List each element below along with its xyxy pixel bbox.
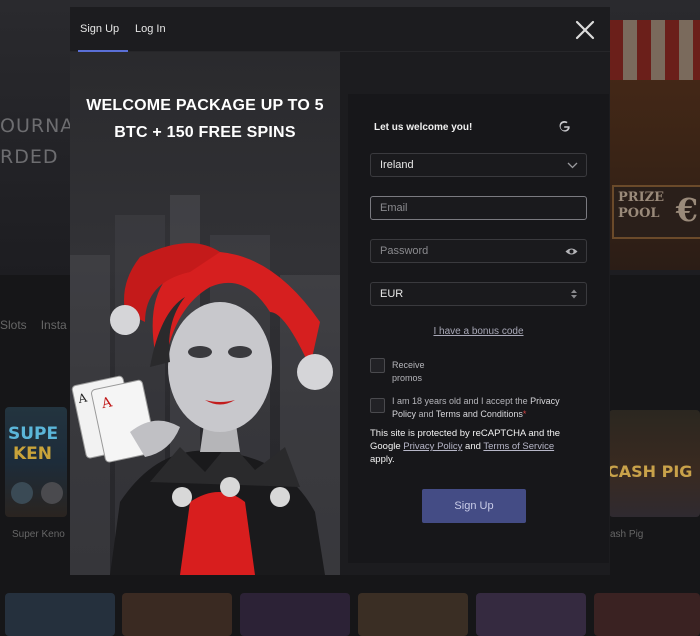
email-placeholder: Email [380, 202, 408, 214]
prize-line2: POOL [618, 206, 660, 221]
promo-title: WELCOME PACKAGE UP TO 5 BTC + 150 FREE S… [86, 97, 324, 141]
circus-tent-graphic [609, 20, 700, 80]
super-keno-title-top: SUPE [8, 424, 59, 444]
recaptcha-end: apply. [370, 454, 395, 465]
terms-conditions-link[interactable]: Terms and Conditions [436, 409, 523, 419]
age-consent-label: I am 18 years old and I accept the Priva… [392, 395, 582, 421]
age-consent-checkbox[interactable] [370, 398, 385, 413]
game-label-cash-pig: ash Pig [610, 529, 644, 540]
country-select[interactable]: Ireland [370, 153, 587, 177]
keno-ball-icon [41, 482, 63, 504]
game-tile[interactable] [122, 593, 232, 636]
hero-text-line2: RDED [0, 146, 59, 168]
jester-illustration: A A [71, 243, 333, 575]
recaptcha-and: and [462, 441, 484, 452]
category-tabs: Slots Insta [0, 318, 81, 332]
game-tile[interactable] [240, 593, 350, 636]
tab-sign-up[interactable]: Sign Up [77, 7, 129, 52]
game-tile-super-keno[interactable]: SUPE KEN [5, 407, 67, 517]
modal-header: Sign Up Log In [70, 7, 610, 52]
close-icon[interactable] [572, 17, 598, 43]
recaptcha-notice: This site is protected by reCAPTCHA and … [370, 427, 580, 466]
email-field[interactable]: Email [370, 196, 587, 220]
game-label-super-keno: Super Keno [12, 529, 65, 540]
currency-value: EUR [380, 288, 404, 300]
game-tile[interactable] [594, 593, 700, 636]
password-field[interactable]: Password [370, 239, 587, 263]
signup-form: Let us welcome you! Ireland Email Passwo… [348, 94, 609, 563]
receive-promos-label: Receive promos [392, 360, 425, 383]
recaptcha-privacy-link[interactable]: Privacy Policy [403, 441, 462, 452]
password-placeholder: Password [380, 245, 429, 257]
age-consent-and: and [416, 409, 436, 419]
google-icon[interactable] [556, 118, 572, 134]
prize-pool-sign: PRIZE POOL € [612, 185, 700, 239]
eye-icon[interactable] [565, 240, 578, 262]
game-tile[interactable] [5, 593, 115, 636]
cash-pig-title: CASH PIG [607, 462, 693, 481]
promo-panel: WELCOME PACKAGE UP TO 5 BTC + 150 FREE S… [70, 52, 340, 575]
required-mark: * [522, 409, 527, 419]
recaptcha-terms-link[interactable]: Terms of Service [483, 441, 554, 452]
sort-arrows-icon [570, 283, 578, 305]
game-tile[interactable] [358, 593, 468, 636]
sign-up-button[interactable]: Sign Up [422, 489, 526, 523]
age-consent-text: I am 18 years old and I accept the [392, 396, 531, 406]
category-tab-slots[interactable]: Slots [0, 318, 27, 332]
category-tab-instant[interactable]: Insta [41, 318, 67, 332]
chevron-down-icon [567, 154, 578, 176]
bonus-code-link[interactable]: I have a bonus code [348, 326, 609, 337]
game-tile-cash-pig[interactable]: CASH PIG [607, 410, 700, 517]
prize-line1: PRIZE [618, 190, 665, 205]
signup-modal: Sign Up Log In WELCOME PACKAGE UP TO 5 B… [70, 7, 610, 575]
keno-ball-icon [11, 482, 33, 504]
currency-select[interactable]: EUR [370, 282, 587, 306]
game-tile[interactable] [476, 593, 586, 636]
tab-log-in[interactable]: Log In [135, 7, 166, 51]
super-keno-title-bottom: KEN [13, 444, 53, 464]
welcome-heading: Let us welcome you! [374, 122, 473, 133]
euro-symbol: € [675, 191, 698, 229]
receive-promos-checkbox[interactable] [370, 358, 385, 373]
country-value: Ireland [380, 159, 414, 171]
